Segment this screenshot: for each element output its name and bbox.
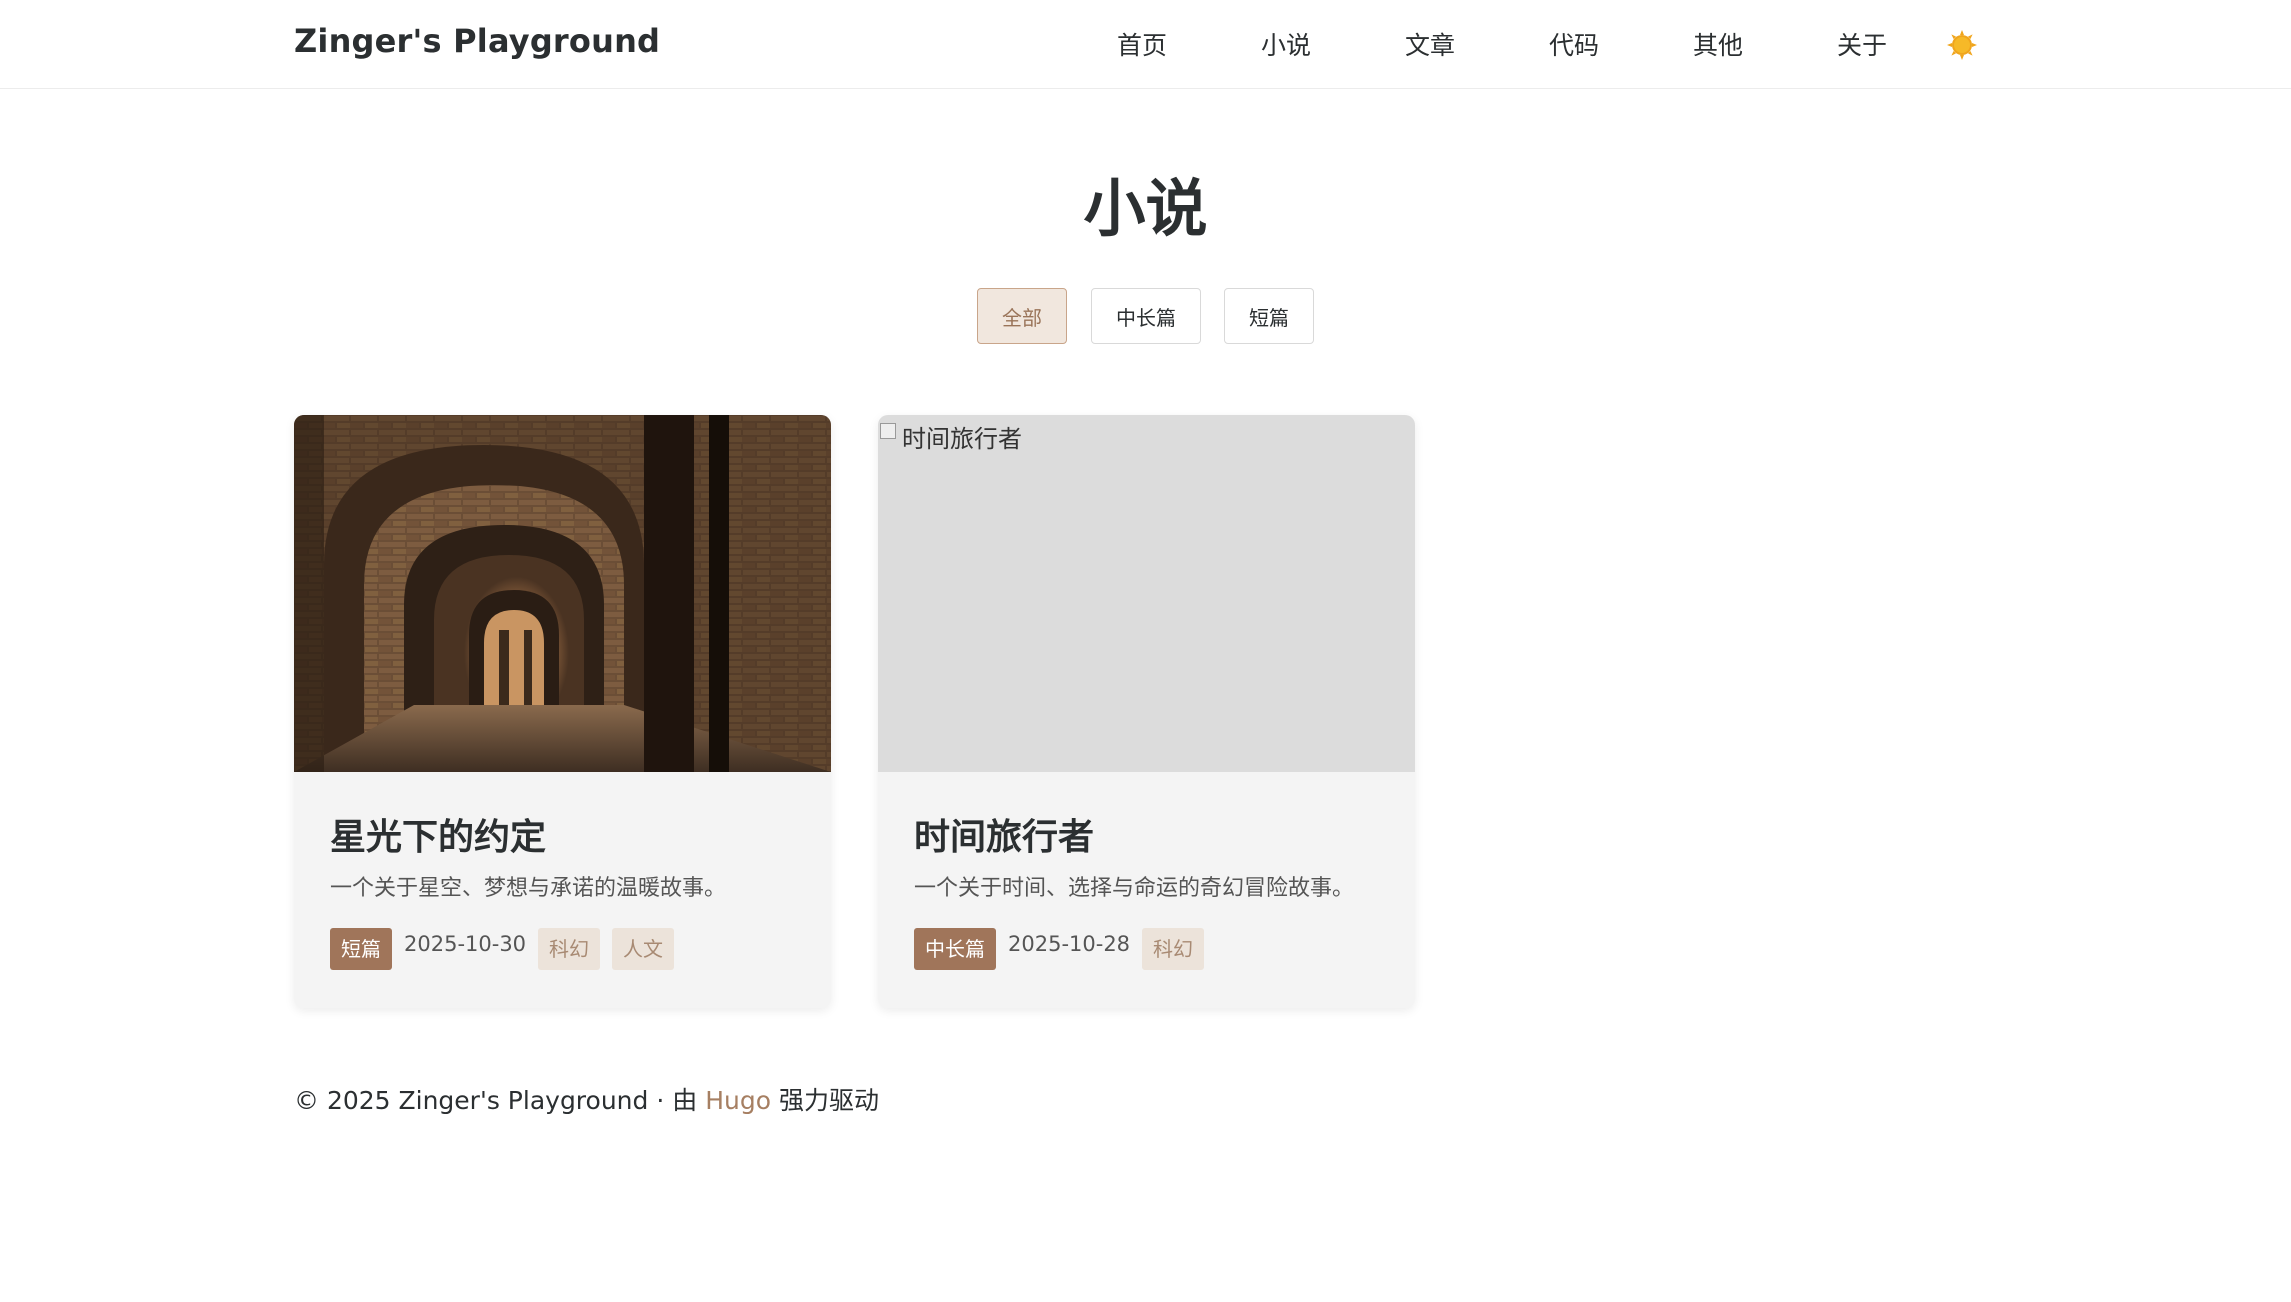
nav-item-novels[interactable]: 小说: [1214, 26, 1358, 62]
hugo-link[interactable]: Hugo: [705, 1086, 771, 1115]
publish-date: 2025-10-30: [404, 932, 527, 956]
filter-bar: 全部 中长篇 短篇: [0, 288, 2291, 344]
footer-suffix: 强力驱动: [771, 1086, 879, 1115]
footer-copyright: © 2025 Zinger's Playground · 由: [294, 1086, 706, 1115]
theme-toggle-button[interactable]: [1946, 29, 1978, 61]
type-badge: 短篇: [330, 928, 392, 970]
card-title[interactable]: 星光下的约定: [330, 808, 546, 860]
card-title[interactable]: 时间旅行者: [914, 808, 1094, 860]
card-description: 一个关于星空、梦想与承诺的温暖故事。: [330, 876, 727, 901]
nav-item-articles[interactable]: 文章: [1358, 26, 1502, 62]
image-alt-text: 时间旅行者: [902, 425, 1022, 453]
tag[interactable]: 科幻: [1142, 928, 1205, 970]
main-nav: 首页 小说 文章 代码 其他 关于: [1070, 26, 1934, 62]
filter-short-button[interactable]: 短篇: [1224, 288, 1314, 344]
tag[interactable]: 科幻: [538, 928, 601, 970]
nav-item-home[interactable]: 首页: [1070, 26, 1214, 62]
card-meta: 中长篇 2025-10-28 科幻: [914, 927, 1216, 971]
type-badge: 中长篇: [914, 928, 996, 970]
novel-card[interactable]: 时间旅行者 时间旅行者 一个关于时间、选择与命运的奇幻冒险故事。 中长篇 202…: [878, 415, 1415, 1008]
nav-item-about[interactable]: 关于: [1790, 26, 1934, 62]
card-description: 一个关于时间、选择与命运的奇幻冒险故事。: [914, 876, 1355, 901]
site-footer: © 2025 Zinger's Playground · 由 Hugo 强力驱动: [294, 1081, 879, 1117]
card-meta: 短篇 2025-10-30 科幻 人文: [330, 927, 686, 971]
novel-card[interactable]: 星光下的约定 一个关于星空、梦想与承诺的温暖故事。 短篇 2025-10-30 …: [294, 415, 831, 1008]
brick-arches-image: [294, 415, 831, 772]
filter-long-button[interactable]: 中长篇: [1091, 288, 1201, 344]
site-brand-link[interactable]: Zinger's Playground: [294, 22, 660, 60]
page-title: 小说: [1083, 172, 1208, 245]
nav-item-code[interactable]: 代码: [1502, 26, 1646, 62]
filter-all-button[interactable]: 全部: [977, 288, 1067, 344]
card-cover-image: 时间旅行者: [878, 415, 1415, 772]
site-header: Zinger's Playground 首页 小说 文章 代码 其他 关于: [0, 0, 2291, 89]
card-cover-image: [294, 415, 831, 772]
nav-item-others[interactable]: 其他: [1646, 26, 1790, 62]
publish-date: 2025-10-28: [1008, 932, 1131, 956]
tag[interactable]: 人文: [612, 928, 675, 970]
sun-icon: [1947, 30, 1977, 60]
